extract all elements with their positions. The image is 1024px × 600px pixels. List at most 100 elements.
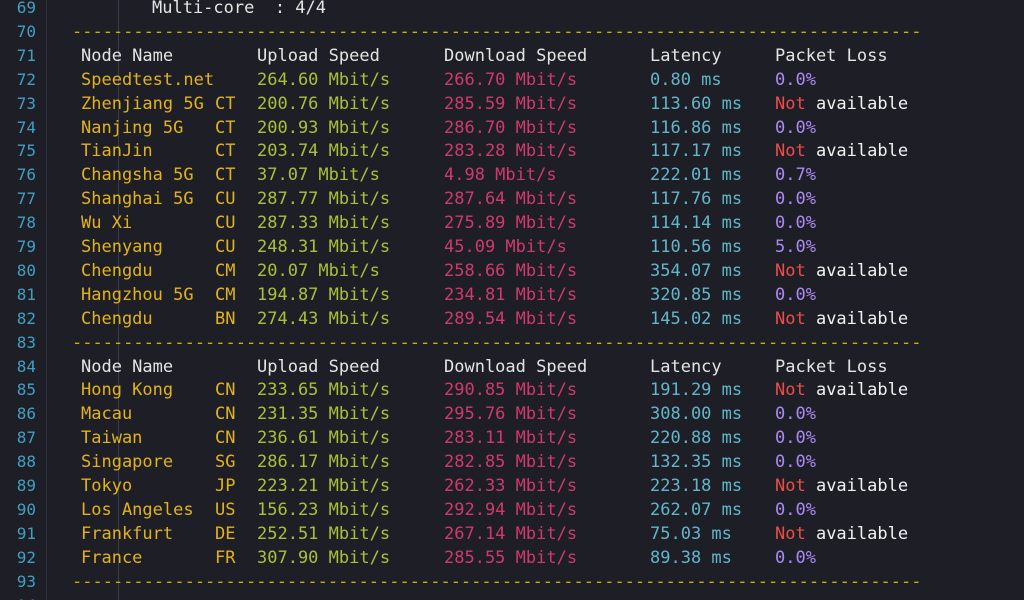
table-row: Nanjing 5G CT 200.93 Mbit/s 286.70 Mbit/s 11… (46, 116, 1016, 140)
line-number: 83 (16, 333, 36, 352)
packet-loss: 0.0% (775, 118, 816, 138)
line-number: 86 (16, 404, 36, 423)
download-speed: 258.66 Mbit/s (444, 261, 578, 281)
node-name: Macau (81, 404, 133, 424)
line-number: 89 (16, 476, 36, 495)
latency: 220.88 ms (650, 428, 743, 448)
multi-core-text: Multi-core : 4/4 (152, 0, 326, 18)
packet-loss: Not available (775, 92, 908, 116)
latency: 0.80 ms (650, 70, 722, 90)
isp-code: DE (215, 524, 236, 544)
upload-speed: 37.07 Mbit/s (257, 165, 380, 185)
packet-loss: Not available (775, 474, 908, 498)
node-name: Wu Xi (81, 213, 133, 233)
line-number: 77 (16, 189, 36, 208)
packet-loss: 0.0% (775, 404, 816, 424)
table-row: Frankfurt DE 252.51 Mbit/s 267.14 Mbit/s 75.… (46, 522, 1016, 546)
separator-line: ----------------------------------------… (46, 331, 1016, 355)
line-number: 79 (16, 237, 36, 256)
upload-speed: 20.07 Mbit/s (257, 261, 380, 281)
table-row: Hong Kong CN 233.65 Mbit/s 290.85 Mbit/s 191… (46, 378, 1016, 402)
header-node-name: Node Name (81, 46, 174, 66)
line-number: 80 (16, 261, 36, 280)
node-name: France (81, 548, 143, 568)
table-row: Singapore SG 286.17 Mbit/s 282.85 Mbit/s 132… (46, 450, 1016, 474)
node-name: Nanjing 5G (81, 118, 184, 138)
table-row: Los Angeles US 156.23 Mbit/s 292.94 Mbit/s 2… (46, 498, 1016, 522)
isp-code: BN (215, 309, 236, 329)
line-number: 72 (16, 70, 36, 89)
download-speed: 287.64 Mbit/s (444, 189, 578, 209)
separator-line: ----------------------------------------… (46, 570, 1016, 594)
node-name: Speedtest.net (81, 70, 215, 90)
download-speed: 4.98 Mbit/s (444, 165, 557, 185)
download-speed: 45.09 Mbit/s (444, 237, 567, 257)
packet-loss: 0.0% (775, 70, 816, 90)
download-speed: 285.59 Mbit/s (444, 94, 578, 114)
table-row: Zhenjiang 5G CT 200.76 Mbit/s 285.59 Mbit/s… (46, 92, 1016, 116)
not-label: Not (775, 261, 806, 281)
table-row: TianJin CT 203.74 Mbit/s 283.28 Mbit/s 117.1… (46, 139, 1016, 163)
not-label: Not (775, 94, 806, 114)
download-speed: 295.76 Mbit/s (444, 404, 578, 424)
table-row: Shanghai 5G CU 287.77 Mbit/s 287.64 Mbit/s 1… (46, 187, 1016, 211)
line-number: 75 (16, 141, 36, 160)
latency: 114.14 ms (650, 213, 743, 233)
upload-speed: 307.90 Mbit/s (257, 548, 391, 568)
line-number: 69 (16, 0, 36, 17)
line-number: 92 (16, 548, 36, 567)
header-upload-speed: Upload Speed (257, 46, 380, 66)
latency: 89.38 ms (650, 548, 732, 568)
header-download-speed: Download Speed (444, 357, 588, 377)
isp-code: CM (215, 261, 236, 281)
latency: 117.17 ms (650, 141, 743, 161)
download-speed: 285.55 Mbit/s (444, 548, 578, 568)
available-label: available (805, 524, 909, 544)
table-row: Shenyang CU 248.31 Mbit/s 45.09 Mbit/s 110.5… (46, 235, 1016, 259)
packet-loss: Not available (775, 522, 908, 546)
upload-speed: 194.87 Mbit/s (257, 285, 391, 305)
upload-speed: 200.76 Mbit/s (257, 94, 391, 114)
download-speed: 266.70 Mbit/s (444, 70, 578, 90)
latency: 223.18 ms (650, 476, 743, 496)
not-label: Not (775, 141, 806, 161)
header-latency: Latency (650, 357, 722, 377)
line-number: 74 (16, 118, 36, 137)
download-speed: 275.89 Mbit/s (444, 213, 578, 233)
download-speed: 290.85 Mbit/s (444, 380, 578, 400)
line-number: 88 (16, 452, 36, 471)
packet-loss: Not available (775, 259, 908, 283)
header-packet-loss: Packet Loss (775, 46, 888, 66)
download-speed: 282.85 Mbit/s (444, 452, 578, 472)
latency: 308.00 ms (650, 404, 743, 424)
upload-speed: 264.60 Mbit/s (257, 70, 391, 90)
not-label: Not (775, 380, 806, 400)
separator: ----------------------------------------… (72, 333, 922, 353)
separator: ----------------------------------------… (72, 572, 922, 592)
isp-code: CU (215, 237, 236, 257)
node-name: Chengdu (81, 261, 153, 281)
packet-loss: 0.0% (775, 285, 816, 305)
node-name: Singapore (81, 452, 174, 472)
table-row: Changsha 5G CT 37.07 Mbit/s 4.98 Mbit/s 222.… (46, 163, 1016, 187)
header-packet-loss: Packet Loss (775, 357, 888, 377)
latency: 113.60 ms (650, 94, 743, 114)
isp-code: CT (215, 141, 236, 161)
isp-code: CM (215, 285, 236, 305)
node-name: Shenyang (81, 237, 163, 257)
node-name: Taiwan (81, 428, 143, 448)
node-name: Changsha 5G (81, 165, 194, 185)
isp-code: CT (215, 165, 236, 185)
node-name: Zhenjiang 5G (81, 94, 204, 114)
line-number-gutter: 69 70 71 72 73 74 75 76 77 78 79 80 81 82 83 84 85 86 87 88… (0, 0, 47, 600)
table-row: Chengdu BN 274.43 Mbit/s 289.54 Mbit/s 145.0… (46, 307, 1016, 331)
top-partial-line: Multi-core : 4/4 (46, 0, 1016, 20)
packet-loss: 5.0% (775, 237, 816, 257)
upload-speed: 287.33 Mbit/s (257, 213, 391, 233)
editor-content: Multi-core : 4/4 ------------------------… (46, 0, 1024, 600)
line-number: 82 (16, 309, 36, 328)
node-name: Tokyo (81, 476, 133, 496)
upload-speed: 286.17 Mbit/s (257, 452, 391, 472)
table-row: Taiwan CN 236.61 Mbit/s 283.11 Mbit/s 220.88… (46, 426, 1016, 450)
download-speed: 267.14 Mbit/s (444, 524, 578, 544)
